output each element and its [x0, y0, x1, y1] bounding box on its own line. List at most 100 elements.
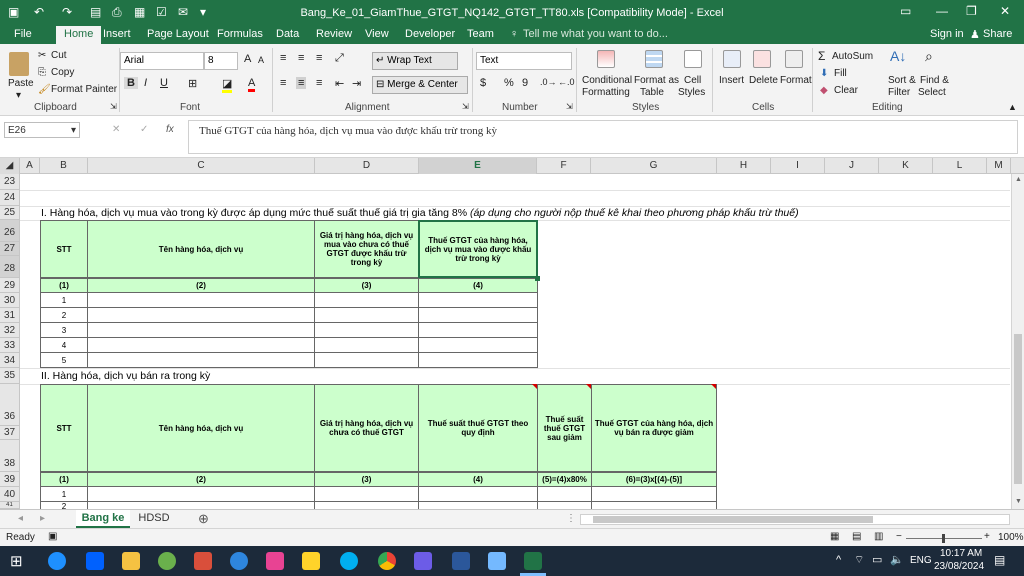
excel-taskbar-icon[interactable] [524, 552, 542, 570]
restore-icon[interactable]: ❐ [966, 4, 977, 18]
row-header[interactable]: 25 [0, 206, 20, 220]
sort-filter-button[interactable]: Sort & [888, 75, 916, 86]
col-header-f[interactable]: F [537, 158, 591, 174]
find-select-icon[interactable]: ⌕ [925, 48, 933, 65]
table2-header-stt[interactable]: STT [40, 384, 88, 472]
table1-value-cell[interactable] [314, 352, 419, 368]
col-header-l[interactable]: L [933, 158, 987, 174]
fill-color-icon[interactable]: ◪ [222, 77, 233, 93]
notified-app-icon[interactable] [266, 552, 284, 570]
table2-vat-reduced-cell[interactable] [591, 501, 717, 509]
comment-indicator[interactable] [532, 384, 537, 389]
decrease-decimal-icon[interactable]: ←.0 [558, 77, 575, 87]
table1-stt-cell[interactable]: 2 [40, 307, 88, 323]
tab-formulas[interactable]: Formulas [217, 28, 263, 40]
row-header[interactable]: 27 [0, 242, 20, 256]
find-select-button[interactable]: Find & [920, 75, 949, 86]
table2-header-vat-reduced[interactable]: Thuế GTGT của hàng hóa, dịch vụ bán ra đ… [591, 384, 717, 472]
language-indicator[interactable]: ENG [910, 555, 932, 566]
col-header-b[interactable]: B [40, 158, 88, 174]
italic-button[interactable]: I [144, 77, 147, 89]
orientation-icon[interactable]: ⤢ [335, 52, 344, 65]
row-header[interactable]: 31 [0, 308, 20, 323]
sort-filter-icon[interactable]: A↓ [890, 48, 906, 64]
comment-indicator[interactable] [586, 384, 591, 389]
col-header-j[interactable]: J [825, 158, 879, 174]
row-header[interactable]: 41 [0, 502, 20, 509]
zoom-level[interactable]: 100% [998, 532, 1024, 543]
table2-header-rate[interactable]: Thuế suất thuế GTGT theo quy định [418, 384, 538, 472]
delete-cells-icon[interactable] [753, 50, 771, 68]
table2-rate-reduced-cell[interactable] [537, 486, 592, 502]
table1-header-name[interactable]: Tên hàng hóa, dịch vụ [87, 220, 315, 278]
cut-button[interactable]: Cut [51, 50, 67, 61]
table1-value-cell[interactable] [314, 322, 419, 338]
row-header[interactable]: 29 [0, 278, 20, 293]
fill-handle[interactable] [535, 276, 540, 281]
sign-in-link[interactable]: Sign in [930, 28, 964, 40]
network-app-icon[interactable] [230, 552, 248, 570]
row-header[interactable]: 38 [0, 440, 20, 472]
select-all-corner[interactable]: ◢ [0, 158, 20, 174]
table2-code-4[interactable]: (4) [418, 472, 538, 487]
copy-button[interactable]: Copy [51, 67, 74, 78]
tab-file[interactable]: File [14, 28, 32, 40]
comma-button[interactable]: 9 [522, 77, 528, 89]
table1-code-3[interactable]: (3) [314, 278, 419, 293]
tab-data[interactable]: Data [276, 28, 299, 40]
format-as-table-icon[interactable] [645, 50, 663, 68]
number-launcher-icon[interactable]: ⇲ [566, 102, 573, 111]
grow-font-icon[interactable]: A [244, 53, 251, 65]
clear-button[interactable]: Clear [834, 85, 858, 96]
normal-view-icon[interactable]: ▦ [830, 531, 839, 542]
next-sheet-icon[interactable]: ▸ [40, 513, 45, 524]
row-header[interactable]: 37 [0, 426, 20, 440]
table2-header-rate-reduced[interactable]: Thuế suất thuế GTGT sau giảm [537, 384, 592, 472]
col-header-a[interactable]: A [20, 158, 40, 174]
cell-styles-icon[interactable] [684, 50, 702, 68]
browser-app-icon[interactable] [48, 552, 66, 570]
table2-rate-reduced-cell[interactable] [537, 501, 592, 509]
align-left-icon[interactable]: ≡ [280, 77, 286, 89]
cancel-entry-icon[interactable]: ✕ [112, 124, 120, 135]
paste-dropdown-icon[interactable]: ▾ [16, 90, 21, 101]
zoom-slider-handle[interactable] [942, 534, 945, 543]
table2-header-name[interactable]: Tên hàng hóa, dịch vụ [87, 384, 315, 472]
table2-value-cell[interactable] [314, 501, 419, 509]
font-color-icon[interactable]: A [248, 77, 256, 92]
clear-icon[interactable]: ◆ [820, 85, 828, 96]
table1-header-value[interactable]: Giá trị hàng hóa, dịch vụ mua vào chưa c… [314, 220, 419, 278]
format-cells-button[interactable]: Format [780, 75, 812, 86]
row-header[interactable]: 35 [0, 368, 20, 384]
col-header-m[interactable]: M [987, 158, 1011, 174]
table1-name-cell[interactable] [87, 322, 315, 338]
chrome-icon[interactable] [378, 552, 396, 570]
col-header-d[interactable]: D [315, 158, 419, 174]
align-center-icon[interactable]: ≡ [296, 77, 307, 89]
clock-time[interactable]: 10:17 AM [940, 548, 982, 559]
table1-header-stt[interactable]: STT [40, 220, 88, 278]
row-header[interactable]: 33 [0, 338, 20, 353]
table1-value-cell[interactable] [314, 292, 419, 308]
close-icon[interactable]: ✕ [1000, 4, 1010, 18]
confirm-entry-icon[interactable]: ✓ [140, 124, 148, 135]
percent-button[interactable]: % [504, 77, 514, 89]
row-header[interactable]: 26 [0, 220, 20, 242]
tab-developer[interactable]: Developer [405, 28, 455, 40]
insert-cells-button[interactable]: Insert [719, 75, 744, 86]
table1-vat-cell[interactable] [418, 307, 538, 323]
font-size-box[interactable]: 8 [204, 52, 238, 70]
row-header[interactable]: 36 [0, 384, 20, 426]
insert-function-button[interactable]: fx [166, 124, 174, 135]
currency-button[interactable]: $ [480, 77, 486, 89]
align-right-icon[interactable]: ≡ [316, 77, 322, 89]
col-header-k[interactable]: K [879, 158, 933, 174]
table2-name-cell[interactable] [87, 486, 315, 502]
table1-vat-cell[interactable] [418, 352, 538, 368]
table1-vat-cell[interactable] [418, 322, 538, 338]
battery-icon[interactable]: ▭ [872, 553, 882, 566]
fill-button[interactable]: Fill [834, 68, 847, 79]
share-button[interactable]: Share [983, 28, 1012, 40]
row-header[interactable]: 28 [0, 256, 20, 278]
table1-code-2[interactable]: (2) [87, 278, 315, 293]
